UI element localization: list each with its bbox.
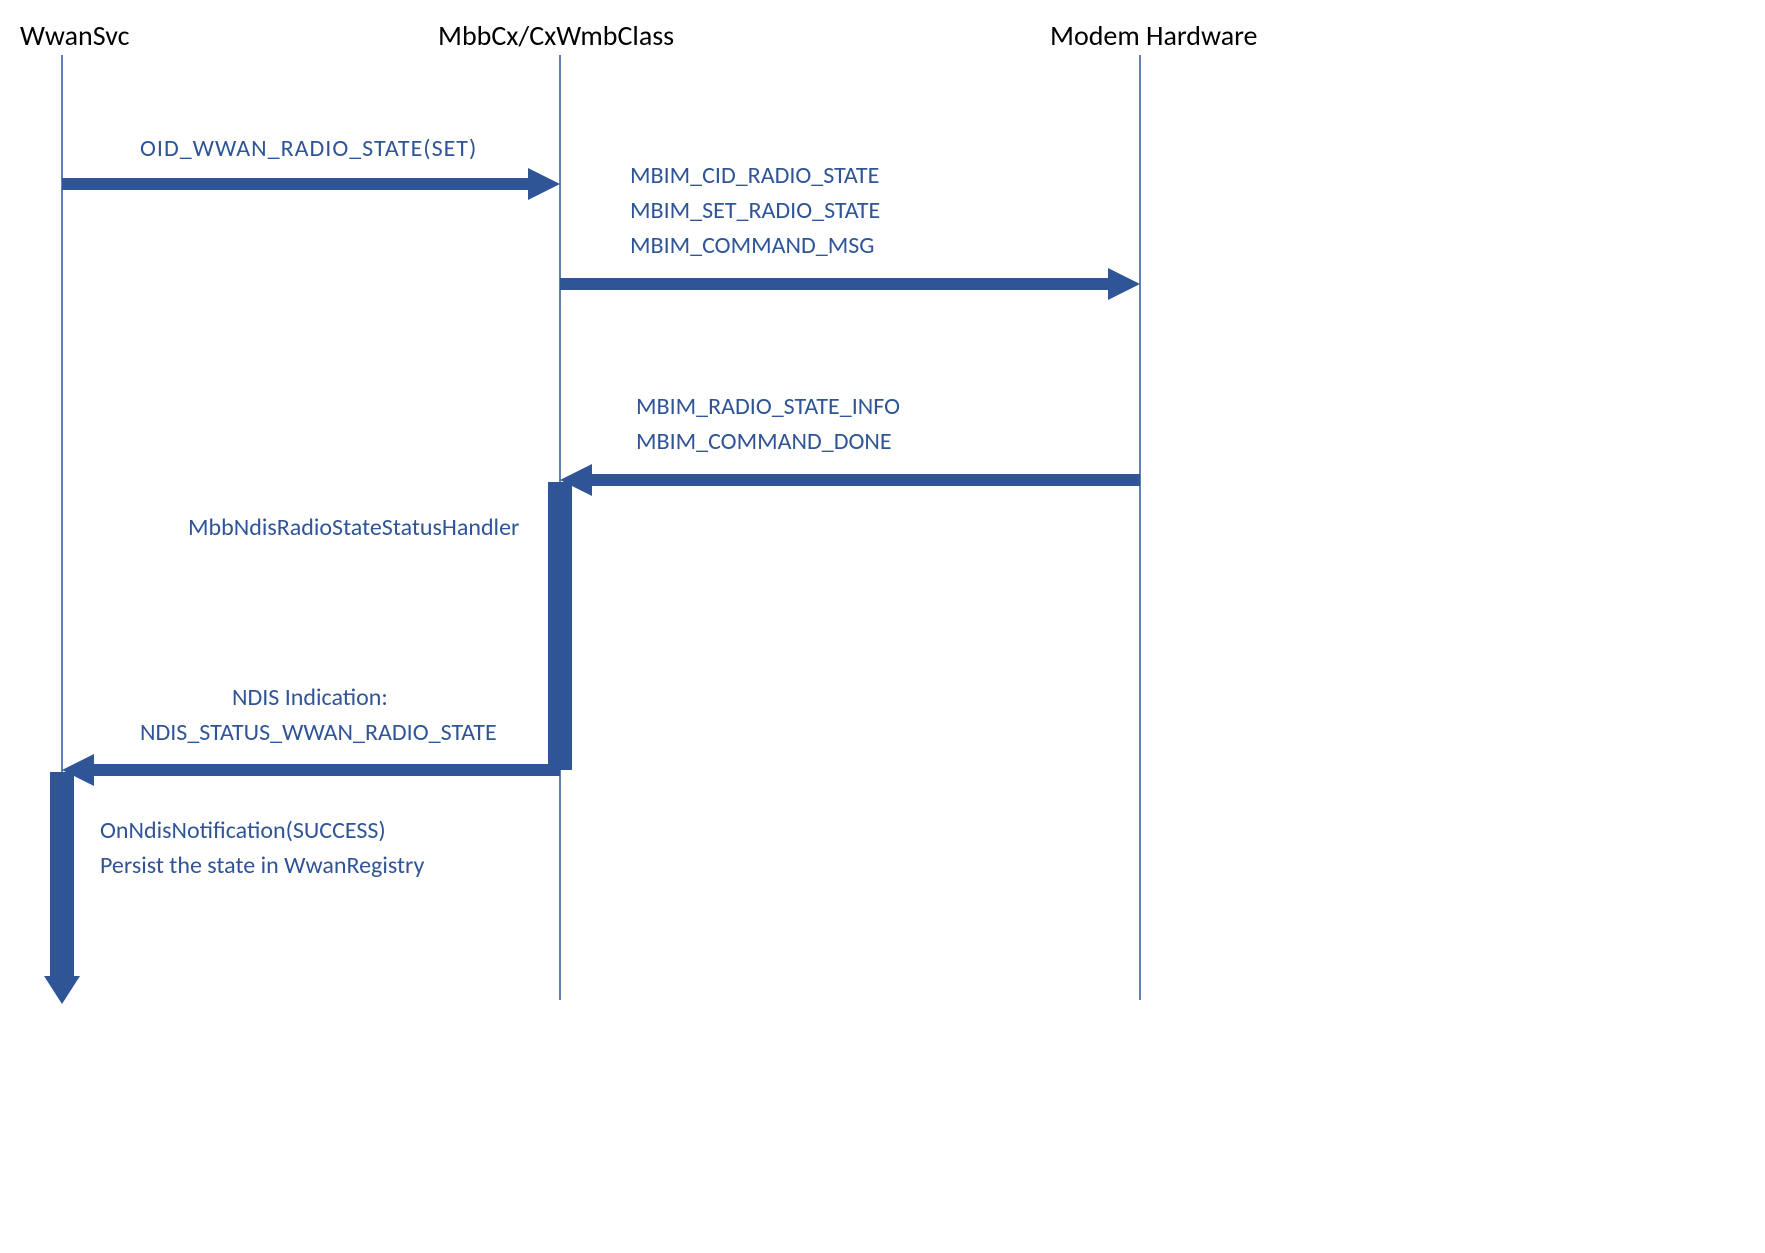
arrow-oid-head (528, 168, 560, 200)
activation-middle (554, 488, 566, 764)
msg-ndis-ind: NDIS Indication: (232, 683, 388, 712)
msg-mbim-info: MBIM_RADIO_STATE_INFO (636, 392, 900, 421)
msg-mbim-cmdmsg: MBIM_COMMAND_MSG (630, 231, 874, 260)
sequence-diagram: WwanSvc MbbCx/CxWmbClass Modem Hardware … (0, 0, 1765, 1253)
msg-oid-label: OID_WWAN_RADIO_STATE(SET) (140, 134, 477, 163)
lane-header-left: WwanSvc (20, 18, 130, 53)
activation-left (56, 778, 68, 978)
msg-ndis-status: NDIS_STATUS_WWAN_RADIO_STATE (140, 718, 497, 747)
msg-mbim-cid: MBIM_CID_RADIO_STATE (630, 161, 879, 190)
msg-persist: Persist the state in WwanRegistry (100, 851, 424, 880)
msg-handler: MbbNdisRadioStateStatusHandler (188, 513, 519, 542)
arrow-down-head (44, 976, 80, 1004)
arrow-mbim-cmd-head (1108, 268, 1140, 300)
lane-header-right: Modem Hardware (1050, 18, 1257, 53)
msg-onndis: OnNdisNotification(SUCCESS) (100, 816, 386, 845)
lane-header-middle: MbbCx/CxWmbClass (438, 18, 674, 53)
msg-mbim-done: MBIM_COMMAND_DONE (636, 427, 892, 456)
msg-mbim-set: MBIM_SET_RADIO_STATE (630, 196, 880, 225)
